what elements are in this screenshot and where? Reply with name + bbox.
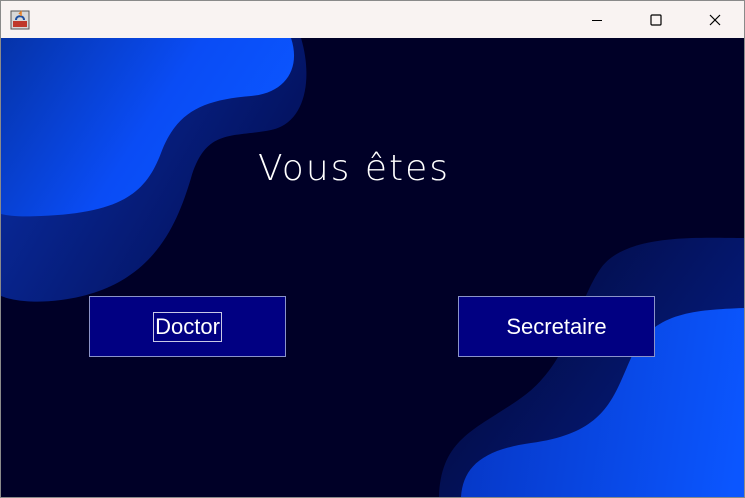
app-window: Vous êtes Doctor Secretaire bbox=[0, 0, 745, 498]
doctor-button-label: Doctor bbox=[153, 311, 222, 342]
doctor-button[interactable]: Doctor bbox=[89, 296, 286, 357]
background-wave-shapes bbox=[1, 38, 744, 497]
java-app-icon bbox=[10, 10, 30, 30]
minimize-button[interactable] bbox=[568, 1, 626, 38]
page-heading: Vous êtes bbox=[257, 148, 451, 189]
minimize-icon bbox=[592, 19, 602, 21]
secretary-button-label: Secretaire bbox=[506, 313, 607, 339]
close-icon bbox=[709, 14, 721, 25]
maximize-button[interactable] bbox=[627, 1, 685, 38]
maximize-icon bbox=[650, 13, 662, 26]
secretary-button[interactable]: Secretaire bbox=[458, 296, 655, 357]
main-panel: Vous êtes Doctor Secretaire bbox=[1, 38, 744, 497]
close-button[interactable] bbox=[686, 1, 744, 38]
title-bar[interactable] bbox=[1, 1, 744, 38]
